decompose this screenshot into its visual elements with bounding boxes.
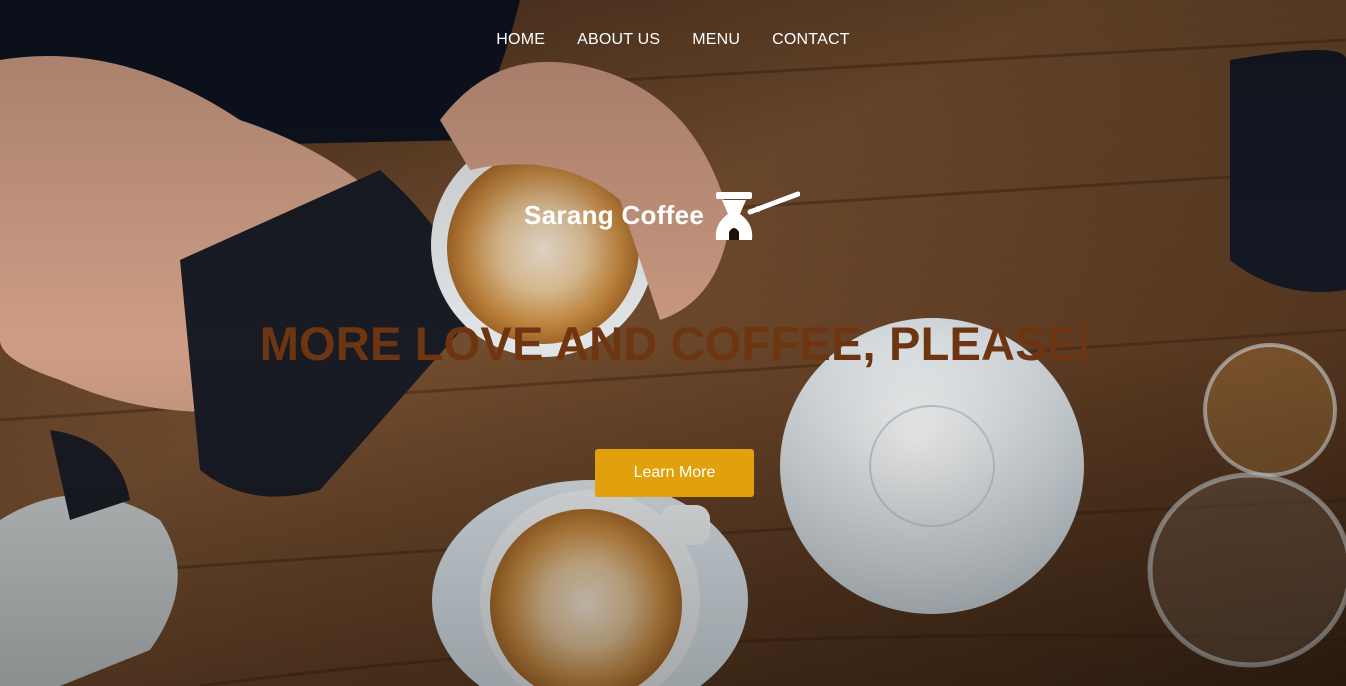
typing-caret xyxy=(1082,322,1087,366)
hero-headline-text: MORE LOVE AND COFFEE, PLEASE xyxy=(259,317,1079,370)
nav-contact-link[interactable]: CONTACT xyxy=(772,30,850,50)
hero-headline: MORE LOVE AND COFFEE, PLEASE xyxy=(0,316,1346,372)
brand-logo[interactable]: Sarang Coffee xyxy=(524,188,801,242)
brand-name: Sarang Coffee xyxy=(524,199,705,230)
learn-more-button[interactable]: Learn More xyxy=(595,449,754,497)
hero-section: HOME ABOUT US MENU CONTACT Sarang Coffee… xyxy=(0,0,1346,686)
nav-about-us-link[interactable]: ABOUT US xyxy=(577,30,660,50)
nav-menu-link[interactable]: MENU xyxy=(692,30,740,50)
coffee-pot-icon xyxy=(715,191,801,240)
main-navigation: HOME ABOUT US MENU CONTACT xyxy=(0,30,1346,50)
nav-home-link[interactable]: HOME xyxy=(496,30,545,50)
